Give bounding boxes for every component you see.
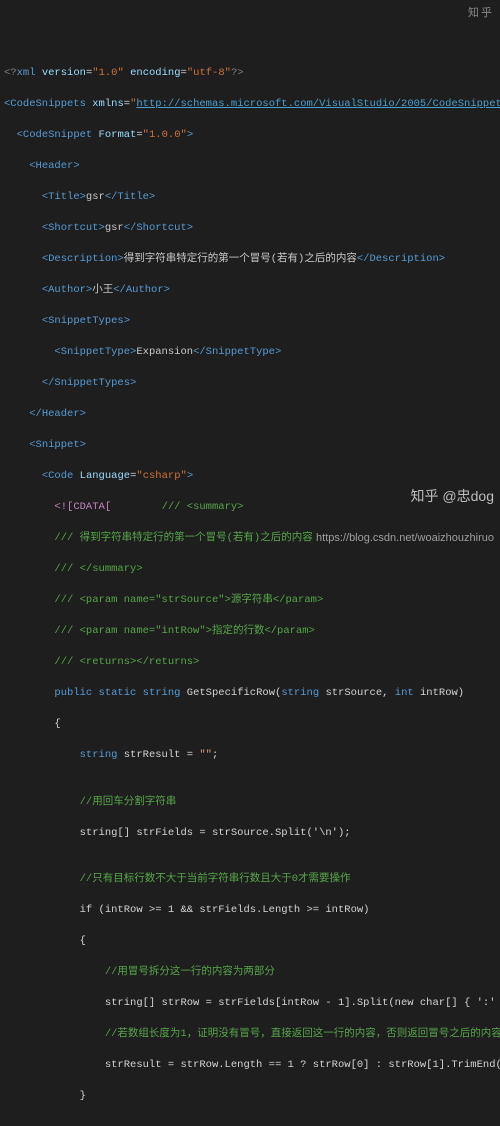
shortcut-text: gsr bbox=[105, 222, 124, 234]
comment-guard: //只有目标行数不大于当前字符串行数且大于0才需要操作 bbox=[80, 873, 351, 885]
snippet-type-text: Expansion bbox=[136, 346, 193, 358]
assign: strResult = strRow.Length == 1 ? strRow[… bbox=[105, 1059, 500, 1071]
method-name: GetSpecificRow bbox=[187, 687, 275, 699]
doc-summary-close: /// </summary> bbox=[54, 563, 142, 575]
decl-fields: string[] strFields = strSource.Split('\n… bbox=[80, 827, 351, 839]
xml-version: 1.0 bbox=[99, 67, 118, 79]
if-cond: if (intRow >= 1 && strFields.Length >= i… bbox=[80, 904, 370, 916]
xml-encoding: utf-8 bbox=[193, 67, 225, 79]
doc-param2: /// <param name="intRow">指定的行数</param> bbox=[54, 625, 314, 637]
doc-param1: /// <param name="strSource">源字符串</param> bbox=[54, 594, 323, 606]
doc-summary-text: /// 得到字符串特定行的第一个冒号(若有)之后的内容 bbox=[54, 532, 312, 544]
corner-watermark: 知乎 bbox=[468, 6, 494, 22]
decl-row: string[] strRow = strFields[intRow - 1].… bbox=[105, 997, 500, 1009]
code-editor[interactable]: <?xml version="1.0" encoding="utf-8"?> <… bbox=[4, 66, 492, 1126]
author-text: 小王 bbox=[92, 284, 113, 296]
comment-split: //用回车分割字符串 bbox=[80, 796, 177, 808]
title-text: gsr bbox=[86, 191, 105, 203]
code-language: csharp bbox=[143, 470, 181, 482]
description-text: 得到字符串特定行的第一个冒号(若有)之后的内容 bbox=[124, 253, 357, 265]
doc-returns: /// <returns></returns> bbox=[54, 656, 199, 668]
xmlns-url: http://schemas.microsoft.com/VisualStudi… bbox=[136, 98, 500, 110]
cdata-open: <![CDATA[ bbox=[54, 501, 111, 513]
comment-inner: //用冒号拆分这一行的内容为两部分 bbox=[105, 966, 275, 978]
doc-summary-open: /// <summary> bbox=[162, 501, 244, 513]
comment-len: //若数组长度为1，证明没有冒号，直接返回这一行的内容，否则返回冒号之后的内容 bbox=[105, 1028, 500, 1040]
format: 1.0.0 bbox=[149, 129, 181, 141]
